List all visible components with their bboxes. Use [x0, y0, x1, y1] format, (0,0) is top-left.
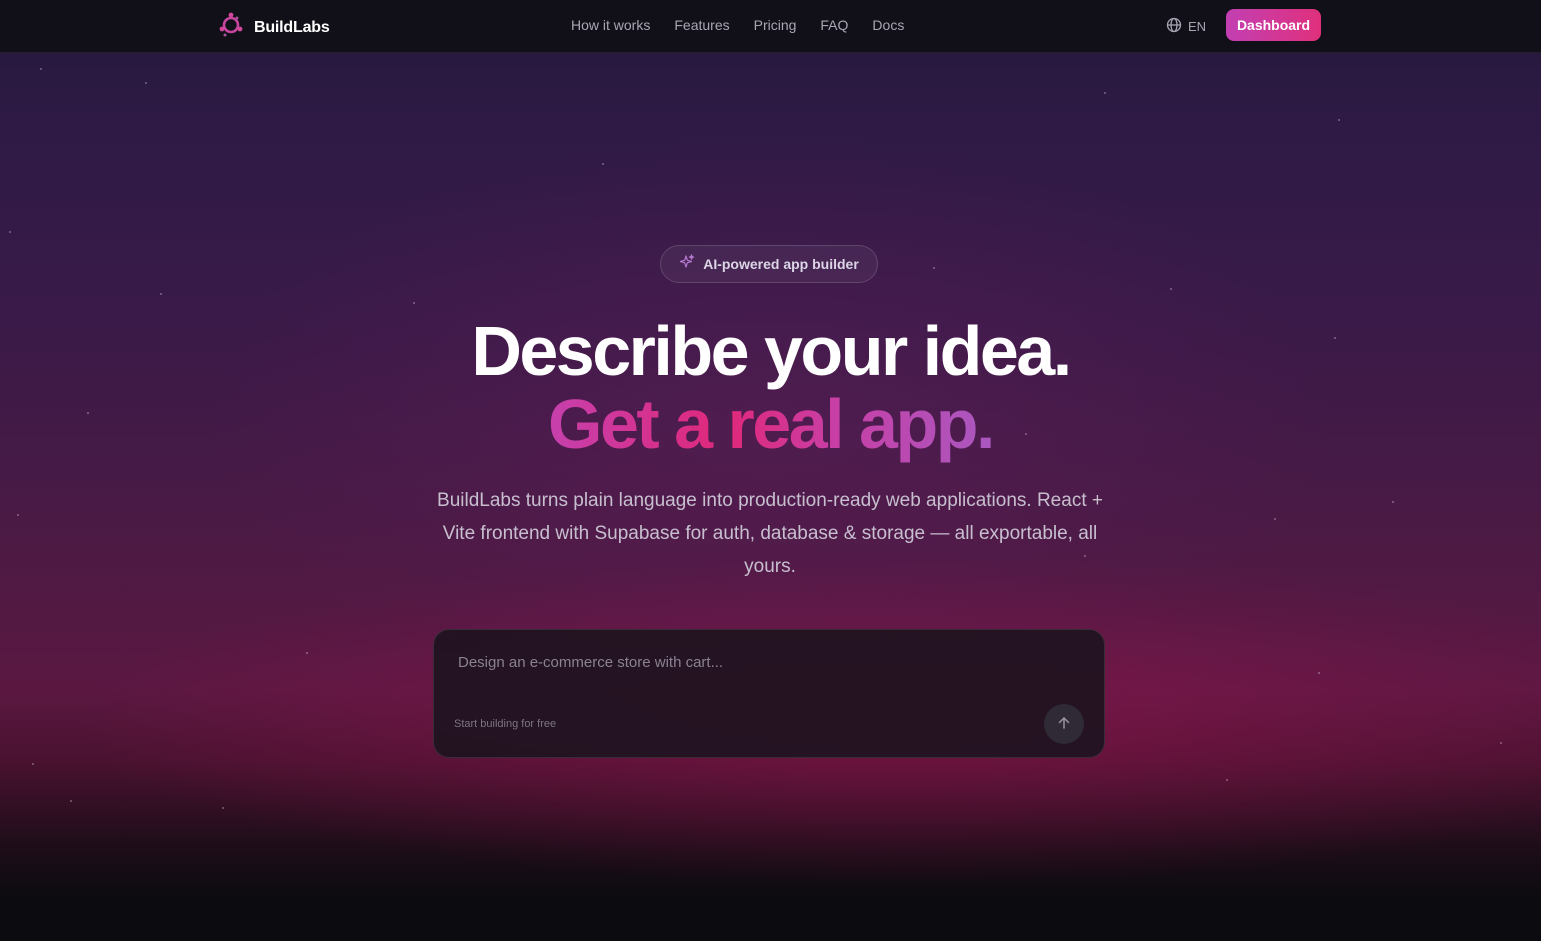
landing-page: BuildLabs How it works Features Pricing … [0, 0, 1541, 941]
hero-headline-accent: Get a real app. [0, 384, 1541, 464]
globe-icon [1166, 17, 1182, 36]
badge-label: AI-powered app builder [703, 256, 859, 272]
send-button[interactable] [1044, 704, 1084, 744]
nav-link-how-it-works[interactable]: How it works [571, 17, 650, 33]
nav-links: How it works Features Pricing FAQ Docs [571, 17, 904, 33]
nav-link-pricing[interactable]: Pricing [754, 17, 797, 33]
sparkles-icon [679, 253, 695, 275]
prompt-input[interactable] [458, 650, 1078, 674]
prompt-box: Start building for free [433, 629, 1105, 758]
language-selector[interactable]: EN [1166, 17, 1206, 36]
prompt-hint: Start building for free [454, 718, 557, 730]
hero-headline-accent-text: Get a real app. [548, 385, 995, 463]
nav-link-docs[interactable]: Docs [872, 17, 904, 33]
logo-icon [217, 11, 245, 44]
hero-subtitle: BuildLabs turns plain language into prod… [437, 490, 1103, 577]
top-navigation: BuildLabs How it works Features Pricing … [0, 0, 1541, 53]
hero-badge: AI-powered app builder [660, 245, 878, 283]
dashboard-button[interactable]: Dashboard [1226, 9, 1321, 41]
hero-background [0, 0, 1541, 941]
brand-logo[interactable]: BuildLabs [217, 11, 330, 44]
hero-headline: Describe your idea. [471, 312, 1072, 390]
arrow-up-icon [1056, 715, 1072, 734]
nav-link-faq[interactable]: FAQ [820, 17, 848, 33]
brand-name: BuildLabs [254, 18, 330, 36]
nav-link-features[interactable]: Features [674, 17, 729, 33]
language-code: EN [1188, 19, 1207, 34]
